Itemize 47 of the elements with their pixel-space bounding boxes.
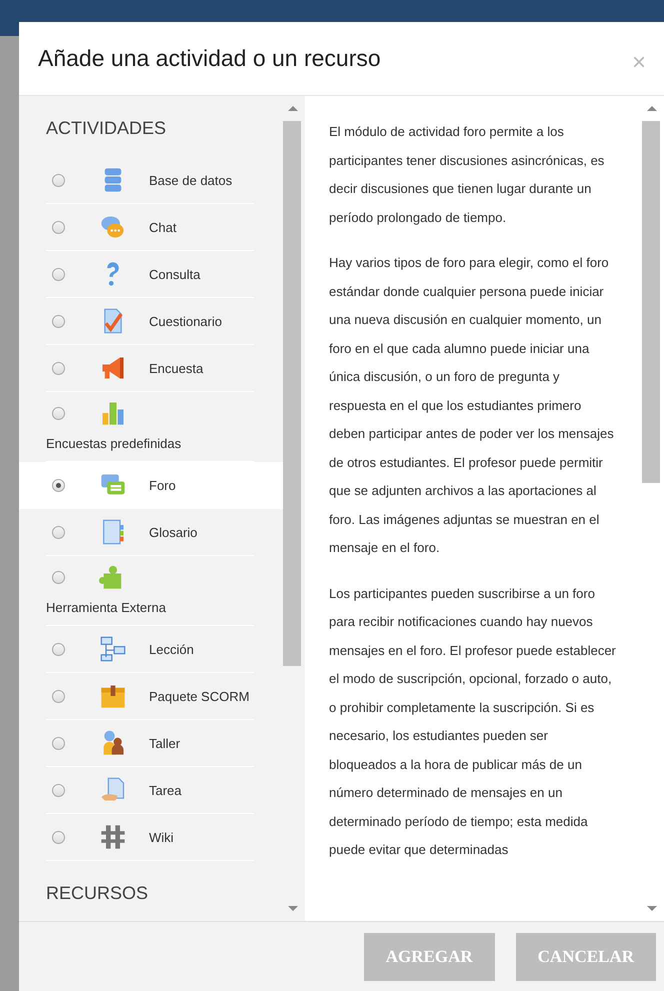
- option-label: Paquete SCORM: [149, 688, 250, 704]
- radio-button[interactable]: [52, 478, 65, 492]
- activity-option[interactable]: Taller: [19, 720, 283, 768]
- option-label: Lección: [149, 642, 194, 657]
- activity-option[interactable]: Chat: [19, 204, 283, 252]
- radio-button[interactable]: [52, 220, 65, 234]
- activity-option[interactable]: Encuesta: [19, 345, 283, 392]
- radio-button[interactable]: [52, 690, 65, 703]
- radio-button[interactable]: [52, 268, 65, 281]
- option-label: Tarea: [149, 782, 182, 798]
- activity-option[interactable]: Herramienta Externa: [19, 556, 283, 626]
- radio-button[interactable]: [52, 362, 65, 375]
- section-heading: ACTIVIDADES: [45, 118, 168, 140]
- radio-button[interactable]: [52, 174, 65, 187]
- radio-button[interactable]: [52, 406, 65, 420]
- radio-button[interactable]: [52, 314, 65, 328]
- option-label: Base de datos: [149, 172, 232, 188]
- activity-option[interactable]: Base de datos: [19, 157, 283, 204]
- activity-option[interactable]: Glosario: [19, 509, 283, 556]
- option-label: Glosario: [149, 524, 198, 540]
- radio-button[interactable]: [52, 784, 65, 797]
- option-label: Foro: [149, 478, 176, 493]
- activity-option[interactable]: Tarea: [19, 767, 283, 814]
- option-label: Chat: [149, 220, 176, 235]
- description-paragraph: Los participantes pueden suscribirse a un foro para recibir notificaciones cuando hay nuevos mensajes en el foro. El profesor puede establecer el modo de suscripción, opcional, forzado o auto, o prohibir completamente la suscripción. Si es necesario, los estudiantes pueden ser bloqueados a la hora de publicar más de un número determinado de mensajes en un determinado período de tiempo; esta medida puede evitar que determinadas: [329, 584, 617, 860]
- radio-button[interactable]: [52, 830, 65, 844]
- activity-option[interactable]: Cuestionario: [19, 298, 283, 346]
- option-label: Wiki: [149, 830, 174, 845]
- dialog-title: Añade una actividad o un recurso: [38, 45, 381, 72]
- option-label: Encuesta: [149, 360, 204, 376]
- option-label: Taller: [149, 736, 180, 751]
- option-label: Consulta: [149, 266, 200, 282]
- radio-button[interactable]: [52, 642, 65, 656]
- activity-option[interactable]: Consulta: [19, 251, 283, 298]
- description-paragraph: Hay varios tipos de foro para elegir, como el foro estándar donde cualquier persona puede iniciar una nueva discusión en cualquier momento, un foro en el que cada alumno puede iniciar una única discusión, o un foro de pregunta y respuesta en el que los estudiantes primero deben participar antes de poder ver los mensajes de otros estudiantes. El profesor puede permitir que se adjunten archivos a las aportaciones al foro. Las imágenes adjuntas se muestran en el mensaje en el foro.: [329, 254, 615, 558]
- option-label: Cuestionario: [149, 314, 222, 329]
- flowchart-icon: [99, 635, 127, 664]
- section-heading: RECURSOS: [45, 882, 150, 906]
- description-paragraph: El módulo de actividad foro permite a los participantes tener discusiones asincrónicas, es decir discusiones que tienen lugar durante un período prolongado de tiempo.: [329, 123, 606, 227]
- activity-option[interactable]: Paquete SCORM: [19, 673, 283, 720]
- activity-option[interactable]: Lección: [19, 626, 283, 674]
- radio-button[interactable]: [52, 526, 65, 539]
- activity-option[interactable]: Wiki: [19, 814, 283, 862]
- activity-option[interactable]: Foro: [19, 462, 283, 510]
- option-label: Herramienta Externa: [46, 598, 254, 626]
- radio-button[interactable]: [52, 570, 65, 584]
- radio-button[interactable]: [52, 736, 65, 750]
